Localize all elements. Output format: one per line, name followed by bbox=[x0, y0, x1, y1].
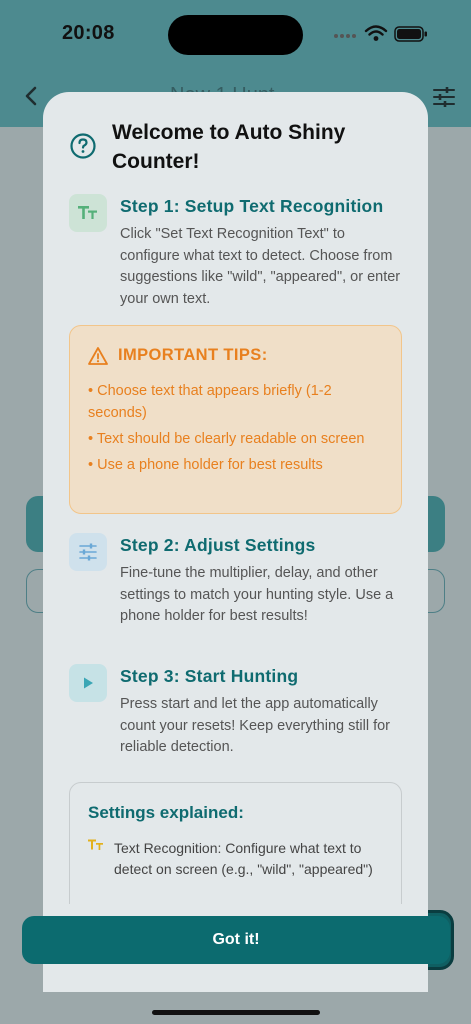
warning-icon bbox=[88, 347, 108, 365]
step-2-desc: Fine-tune the multiplier, delay, and oth… bbox=[120, 565, 394, 624]
text-recognition-icon bbox=[88, 839, 103, 850]
list-item: • Use a phone holder for best results bbox=[88, 456, 323, 473]
text-recognition-icon bbox=[69, 194, 107, 232]
dynamic-island bbox=[168, 15, 303, 55]
step-3-title: Step 3: Start Hunting bbox=[120, 666, 299, 686]
step-1-desc: Click "Set Text Recognition Text" to con… bbox=[120, 226, 401, 307]
important-tips-box: IMPORTANT TIPS: • Choose text that appea… bbox=[69, 325, 402, 514]
tips-title: IMPORTANT TIPS: bbox=[118, 346, 268, 364]
wifi-icon bbox=[364, 25, 388, 36]
status-time: 20:08 bbox=[62, 22, 115, 44]
settings-item-text-recognition: Text Recognition: Configure what text to… bbox=[114, 840, 373, 877]
battery-icon bbox=[394, 26, 427, 42]
step-3-desc: Press start and let the app automaticall… bbox=[120, 696, 390, 755]
tips-list: • Choose text that appears briefly (1-2 … bbox=[88, 381, 388, 481]
list-item: • Choose text that appears briefly (1-2 … bbox=[88, 383, 332, 421]
list-item: • Text should be clearly readable on scr… bbox=[88, 430, 365, 447]
settings-sliders-icon[interactable] bbox=[432, 85, 456, 109]
status-icons bbox=[334, 25, 427, 42]
got-it-button[interactable]: Got it! bbox=[22, 916, 450, 964]
modal-title: Welcome to Auto Shiny Counter! bbox=[112, 121, 346, 173]
step-2-title: Step 2: Adjust Settings bbox=[120, 535, 316, 555]
step-1-title: Step 1: Setup Text Recognition bbox=[120, 196, 384, 216]
play-icon bbox=[69, 664, 107, 702]
signal-icon bbox=[334, 34, 356, 38]
settings-title: Settings explained: bbox=[88, 803, 244, 822]
welcome-modal: Welcome to Auto Shiny Counter! Step 1: S… bbox=[43, 92, 428, 992]
back-arrow-icon[interactable] bbox=[20, 84, 44, 108]
help-circle-icon bbox=[70, 133, 96, 159]
sliders-icon bbox=[69, 533, 107, 571]
home-indicator bbox=[152, 1010, 320, 1015]
